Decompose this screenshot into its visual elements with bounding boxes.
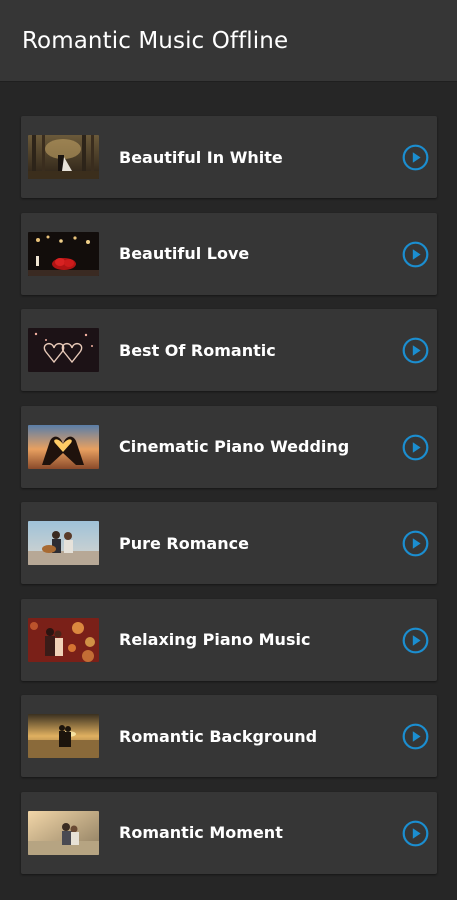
list-item[interactable]: Beautiful Love (21, 212, 437, 295)
list-item[interactable]: Romantic Moment (21, 791, 437, 874)
glowing-hearts-thumbnail (28, 328, 99, 372)
song-title: Romantic Background (119, 726, 318, 746)
list-item[interactable]: Romantic Background (21, 695, 437, 777)
list-item[interactable]: Pure Romance (21, 502, 437, 584)
play-button[interactable] (402, 627, 429, 654)
play-icon (402, 820, 429, 846)
list-item[interactable]: Relaxing Piano Music (21, 598, 437, 681)
beach-sunset-couple-thumbnail (28, 714, 99, 758)
list-item[interactable]: Beautiful In White (21, 116, 437, 198)
play-icon (402, 241, 429, 267)
forest-couple-thumbnail (28, 135, 99, 179)
play-button[interactable] (402, 434, 429, 461)
play-icon (402, 337, 429, 364)
play-button[interactable] (402, 144, 429, 171)
song-title: Relaxing Piano Music (119, 630, 311, 649)
play-icon (402, 144, 429, 171)
play-button[interactable] (402, 337, 429, 364)
app-title: Romantic Music Offline (22, 27, 289, 54)
song-title: Best Of Romantic (119, 340, 276, 360)
candles-roses-thumbnail (28, 231, 99, 276)
song-title: Cinematic Piano Wedding (119, 437, 350, 456)
list-item[interactable]: Best Of Romantic (21, 309, 437, 391)
song-title: Beautiful In White (119, 147, 283, 167)
app-bar: Romantic Music Offline (0, 0, 457, 82)
sunlit-couple-thumbnail (28, 810, 99, 855)
song-title: Romantic Moment (119, 823, 283, 842)
play-icon (402, 627, 429, 653)
play-icon (402, 530, 429, 557)
heart-hands-sunset-thumbnail (28, 424, 99, 469)
play-icon (402, 723, 429, 750)
play-button[interactable] (402, 241, 429, 268)
play-icon (402, 434, 429, 460)
song-title: Beautiful Love (119, 244, 250, 263)
play-button[interactable] (402, 530, 429, 557)
play-button[interactable] (402, 820, 429, 847)
song-list: Beautiful In White Beautiful Love Best O… (21, 116, 437, 888)
guitar-couple-thumbnail (28, 521, 99, 565)
bokeh-couple-thumbnail (28, 617, 99, 662)
song-title: Pure Romance (119, 533, 249, 553)
list-item[interactable]: Cinematic Piano Wedding (21, 405, 437, 488)
play-button[interactable] (402, 723, 429, 750)
